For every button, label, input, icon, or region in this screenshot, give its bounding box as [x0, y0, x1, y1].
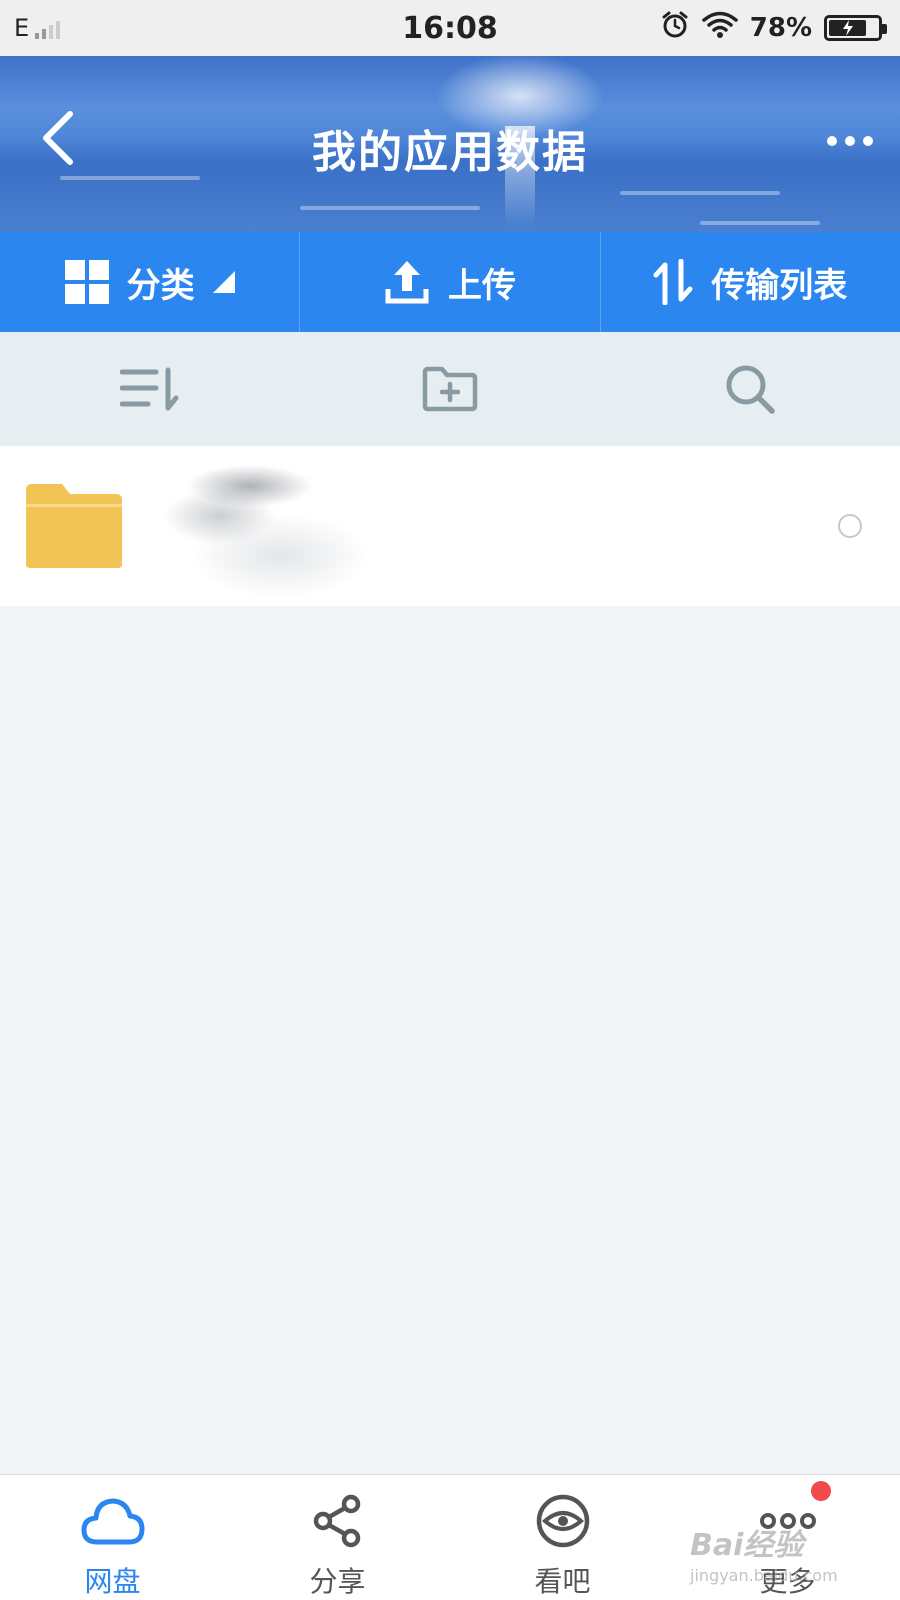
nav-item-watch[interactable]: 看吧	[450, 1475, 675, 1600]
more-dot	[845, 136, 855, 146]
search-icon	[726, 365, 775, 414]
battery-icon	[824, 15, 887, 41]
decor-wave	[700, 221, 820, 225]
upload-label: 上传	[447, 265, 516, 306]
grid-icon	[64, 260, 109, 304]
battery-fill	[829, 20, 867, 36]
nav-label-netdisk: 网盘	[84, 1565, 141, 1598]
eye-icon	[531, 1489, 595, 1552]
page-title: 我的应用数据	[312, 127, 588, 178]
transfer-arrows-icon	[653, 259, 693, 305]
dropdown-triangle-icon	[212, 271, 235, 293]
toolbar	[0, 332, 900, 446]
header: 我的应用数据	[0, 56, 900, 232]
more-dot	[863, 136, 873, 146]
more-options-button[interactable]	[820, 126, 880, 156]
cloud-icon	[81, 1489, 145, 1552]
category-label: 分类	[126, 265, 195, 306]
alarm-icon	[660, 10, 690, 47]
action-bar: 分类 上传 传输列表	[0, 232, 900, 332]
signal-icon	[35, 17, 61, 39]
watermark-brand: Bai经验	[690, 1528, 804, 1563]
wifi-icon	[702, 11, 738, 46]
battery-percent: 78%	[749, 13, 812, 43]
status-right: 78%	[660, 10, 887, 47]
nav-item-share[interactable]: 分享	[225, 1475, 450, 1600]
sort-button[interactable]	[0, 332, 300, 446]
watermark: Bai经验 jingyan.baidu.com	[690, 1520, 870, 1590]
upload-icon	[385, 261, 429, 304]
category-button[interactable]: 分类	[0, 232, 301, 332]
decor-wave	[620, 191, 780, 195]
decor-wave	[300, 206, 480, 210]
network-type: E	[14, 14, 30, 42]
folder-icon	[26, 484, 122, 568]
sort-icon	[120, 367, 179, 411]
file-list	[0, 446, 900, 656]
nav-label-watch: 看吧	[534, 1565, 591, 1598]
upload-button[interactable]: 上传	[300, 232, 601, 332]
status-bar: E 16:08 78%	[0, 0, 900, 56]
list-item[interactable]	[0, 446, 900, 656]
search-button[interactable]	[600, 332, 900, 446]
nav-item-netdisk[interactable]: 网盘	[0, 1475, 225, 1600]
watermark-url: jingyan.baidu.com	[690, 1566, 838, 1585]
notification-badge	[811, 1481, 831, 1501]
status-left: E	[14, 14, 214, 42]
redacted-filename	[110, 446, 420, 656]
share-icon	[306, 1489, 370, 1552]
transfer-list-label: 传输列表	[711, 265, 848, 306]
new-folder-button[interactable]	[300, 332, 600, 446]
transfer-list-button[interactable]: 传输列表	[601, 232, 900, 332]
more-dot	[827, 136, 837, 146]
select-radio[interactable]	[838, 514, 862, 538]
new-folder-icon	[422, 366, 478, 412]
nav-label-share: 分享	[309, 1565, 366, 1598]
